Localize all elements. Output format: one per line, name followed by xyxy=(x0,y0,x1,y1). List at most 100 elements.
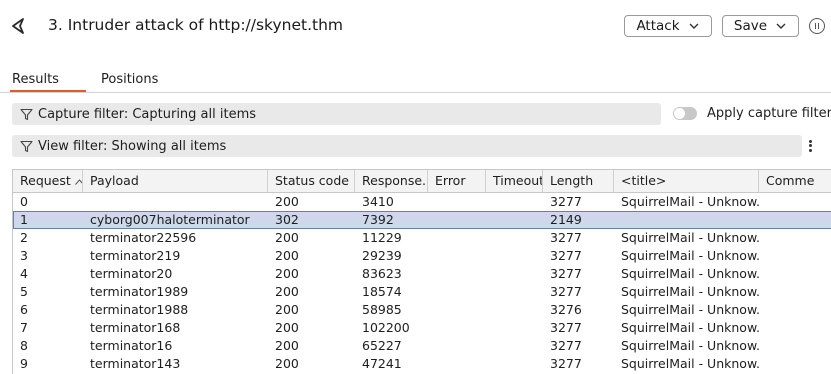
cell-error xyxy=(428,229,486,247)
cell-comment xyxy=(759,211,831,229)
cell-comment xyxy=(759,193,831,211)
cell-request: 0 xyxy=(20,194,28,209)
cell-payload: terminator168 xyxy=(90,320,181,335)
toggle-knob xyxy=(674,108,685,119)
cell-error xyxy=(428,319,486,337)
cell-length: 3277 xyxy=(550,338,582,353)
cell-comment xyxy=(759,301,831,319)
cell-payload: terminator143 xyxy=(90,356,181,371)
cell-request: 2 xyxy=(20,230,28,245)
cell-request: 9 xyxy=(20,356,28,371)
cell-length: 2149 xyxy=(550,212,582,227)
table-header: Request Payload Status code Response... … xyxy=(13,170,831,193)
funnel-icon xyxy=(20,108,33,120)
column-header-error[interactable]: Error xyxy=(428,170,486,192)
apply-capture-filter-label: Apply capture filter xyxy=(707,106,831,121)
cell-response: 83623 xyxy=(362,266,402,281)
cell-error xyxy=(428,211,486,229)
cell-title xyxy=(614,211,759,229)
cell-length: 3277 xyxy=(550,284,582,299)
cell-comment xyxy=(759,355,831,373)
column-header-comment[interactable]: Comme xyxy=(759,170,831,192)
back-arrow-icon[interactable] xyxy=(8,15,30,37)
cell-title: SquirrelMail - Unknow... xyxy=(621,194,759,209)
cell-comment xyxy=(759,337,831,355)
more-options-icon[interactable] xyxy=(805,138,815,154)
cell-title: SquirrelMail - Unknow... xyxy=(621,230,759,245)
cell-timeout xyxy=(486,319,543,337)
cell-length: 3277 xyxy=(550,230,582,245)
cell-timeout xyxy=(486,355,543,373)
sort-ascending-icon xyxy=(74,179,82,185)
table-row[interactable]: 1 cyborg007haloterminator 302 7392 2149 xyxy=(13,211,831,229)
tab-bar: Results Positions xyxy=(0,66,831,93)
cell-timeout xyxy=(486,211,543,229)
cell-status-code: 200 xyxy=(275,320,299,335)
cell-timeout xyxy=(486,229,543,247)
cell-title: SquirrelMail - Unknow... xyxy=(621,338,759,353)
cell-timeout xyxy=(486,193,543,211)
cell-status-code: 200 xyxy=(275,266,299,281)
table-row[interactable]: 3 terminator219 200 29239 3277 SquirrelMail -… xyxy=(13,247,831,265)
cell-length: 3277 xyxy=(550,194,582,209)
cell-error xyxy=(428,247,486,265)
column-header-label: Request xyxy=(20,173,71,188)
funnel-icon xyxy=(20,140,33,152)
cell-request: 8 xyxy=(20,338,28,353)
cell-timeout xyxy=(486,337,543,355)
column-header-timeout[interactable]: Timeout xyxy=(486,170,543,192)
table-row[interactable]: 7 terminator168 200 102200 3277 SquirrelMail … xyxy=(13,319,831,337)
cell-status-code: 200 xyxy=(275,284,299,299)
table-row[interactable]: 0 200 3410 3277 SquirrelMail - Unknow... xyxy=(13,193,831,211)
cell-comment xyxy=(759,247,831,265)
cell-title: SquirrelMail - Unknow... xyxy=(621,356,759,371)
cell-request: 1 xyxy=(20,212,28,227)
cell-response: 102200 xyxy=(362,320,410,335)
cell-title: SquirrelMail - Unknow... xyxy=(621,320,759,335)
cell-status-code: 200 xyxy=(275,338,299,353)
save-button[interactable]: Save xyxy=(722,15,799,37)
attack-button[interactable]: Attack xyxy=(624,15,712,37)
tab-results[interactable]: Results xyxy=(12,72,59,87)
column-header-length[interactable]: Length xyxy=(543,170,614,192)
table-row[interactable]: 9 terminator143 200 47241 3277 SquirrelMail -… xyxy=(13,355,831,373)
tab-positions[interactable]: Positions xyxy=(101,72,158,87)
table-row[interactable]: 2 terminator22596 200 11229 3277 SquirrelMail… xyxy=(13,229,831,247)
column-header-response[interactable]: Response... xyxy=(355,170,428,192)
table-row[interactable]: 5 terminator1989 200 18574 3277 SquirrelMail … xyxy=(13,283,831,301)
table-row[interactable]: 6 terminator1988 200 58985 3276 SquirrelMail … xyxy=(13,301,831,319)
cell-status-code: 200 xyxy=(275,302,299,317)
chevron-down-icon xyxy=(689,23,699,29)
cell-error xyxy=(428,193,486,211)
cell-request: 4 xyxy=(20,266,28,281)
column-header-payload[interactable]: Payload xyxy=(83,170,268,192)
table-row[interactable]: 8 terminator16 200 65227 3277 SquirrelMail - … xyxy=(13,337,831,355)
cell-error xyxy=(428,265,486,283)
cell-status-code: 200 xyxy=(275,356,299,371)
cell-length: 3277 xyxy=(550,320,582,335)
cell-length: 3276 xyxy=(550,302,582,317)
apply-capture-filter-toggle[interactable] xyxy=(673,107,697,120)
page-title: 3. Intruder attack of http://skynet.thm xyxy=(48,16,344,34)
column-header-title[interactable]: <title> xyxy=(614,170,759,192)
cell-title: SquirrelMail - Unknow... xyxy=(621,248,759,263)
cell-length: 3277 xyxy=(550,356,582,371)
active-tab-indicator xyxy=(10,90,86,92)
capture-filter-bar[interactable]: Capture filter: Capturing all items xyxy=(12,103,661,125)
column-header-status-code[interactable]: Status code xyxy=(268,170,355,192)
cell-payload: terminator1988 xyxy=(90,302,189,317)
pause-icon[interactable] xyxy=(809,18,825,34)
cell-request: 5 xyxy=(20,284,28,299)
cell-title: SquirrelMail - Unknow... xyxy=(621,266,759,281)
view-filter-bar[interactable]: View filter: Showing all items xyxy=(12,135,802,157)
cell-error xyxy=(428,283,486,301)
cell-response: 3410 xyxy=(362,194,394,209)
results-table: Request Payload Status code Response... … xyxy=(12,169,831,374)
cell-response: 29239 xyxy=(362,248,402,263)
table-row[interactable]: 4 terminator20 200 83623 3277 SquirrelMail - … xyxy=(13,265,831,283)
cell-status-code: 200 xyxy=(275,230,299,245)
cell-timeout xyxy=(486,301,543,319)
column-header-request[interactable]: Request xyxy=(13,170,83,192)
cell-length: 3277 xyxy=(550,266,582,281)
chevron-down-icon xyxy=(776,23,786,29)
